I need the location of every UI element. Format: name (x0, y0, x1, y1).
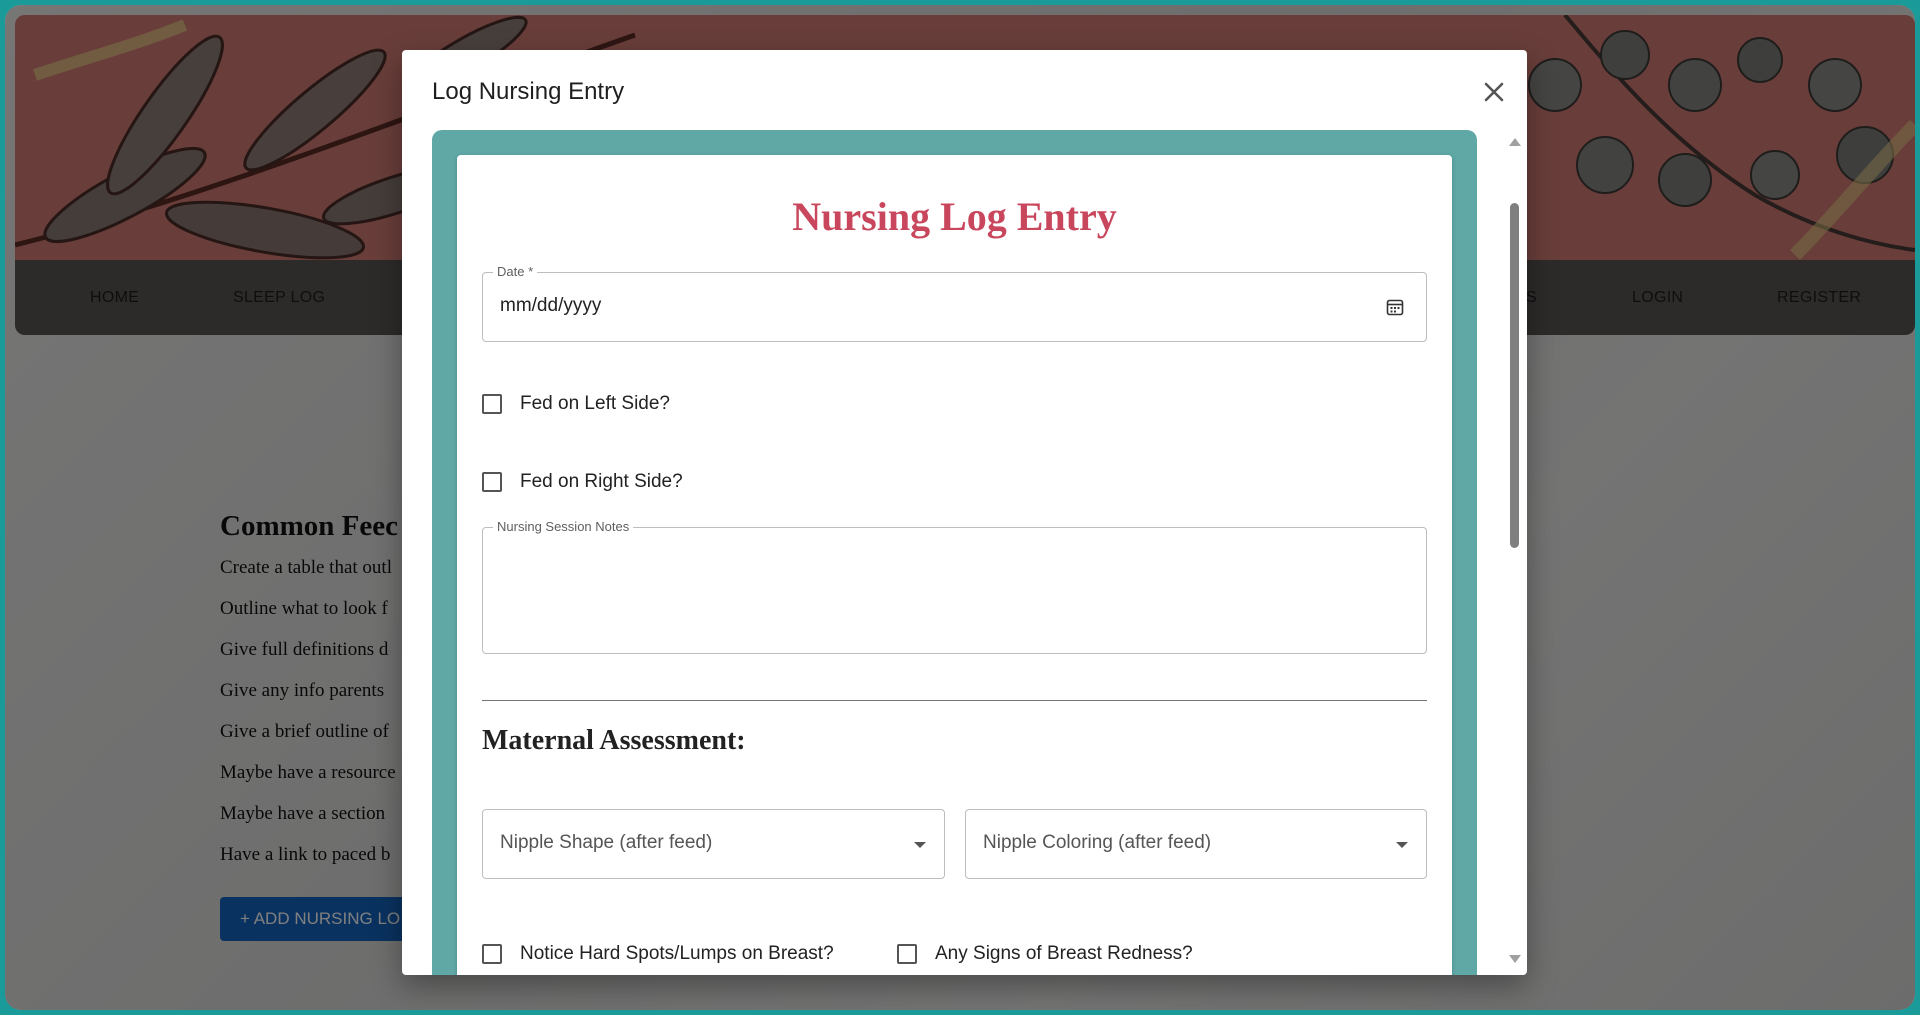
dialog-title: Log Nursing Entry (432, 78, 625, 105)
notes-label: Nursing Session Notes (493, 519, 634, 535)
redness-checkbox[interactable] (897, 944, 917, 964)
date-input[interactable]: mm/dd/yyyy (500, 295, 601, 317)
scroll-thumb[interactable] (1510, 203, 1519, 548)
maternal-assessment-heading: Maternal Assessment: (482, 725, 746, 756)
nursing-notes-field[interactable]: Nursing Session Notes (482, 519, 1427, 654)
log-nursing-entry-dialog: Log Nursing Entry Nursing Log Entry Date… (402, 50, 1527, 975)
nipple-coloring-select[interactable]: Nipple Coloring (after feed) (965, 809, 1427, 879)
redness-label: Any Signs of Breast Redness? (935, 943, 1193, 964)
close-icon[interactable] (1477, 75, 1511, 109)
nipple-shape-select[interactable]: Nipple Shape (after feed) (482, 809, 945, 879)
fed-right-row: Fed on Right Side? (482, 468, 683, 496)
hard-spots-checkbox[interactable] (482, 944, 502, 964)
chevron-down-icon[interactable] (1396, 842, 1408, 848)
date-label: Date * (493, 264, 538, 280)
nipple-shape-placeholder: Nipple Shape (after feed) (500, 832, 713, 853)
app-background: HOME SLEEP LOG ES LOGIN REGISTER Common … (5, 5, 1915, 1010)
chevron-down-icon[interactable] (914, 842, 926, 848)
scroll-up-arrow-icon[interactable] (1509, 138, 1521, 146)
hard-spots-row: Notice Hard Spots/Lumps on Breast? (482, 940, 834, 968)
redness-row: Any Signs of Breast Redness? (897, 940, 1193, 968)
hard-spots-label: Notice Hard Spots/Lumps on Breast? (520, 943, 834, 964)
scroll-down-arrow-icon[interactable] (1509, 955, 1521, 963)
fed-right-label: Fed on Right Side? (520, 471, 683, 492)
section-divider (482, 700, 1427, 701)
calendar-icon[interactable] (1386, 298, 1404, 316)
fed-left-label: Fed on Left Side? (520, 393, 670, 414)
fed-left-checkbox[interactable] (482, 394, 502, 414)
nipple-coloring-placeholder: Nipple Coloring (after feed) (983, 832, 1212, 853)
date-field[interactable]: Date * mm/dd/yyyy (482, 264, 1427, 342)
fed-left-row: Fed on Left Side? (482, 390, 670, 418)
fed-right-checkbox[interactable] (482, 472, 502, 492)
dialog-scrollbar[interactable] (1507, 138, 1521, 963)
form-title: Nursing Log Entry (792, 194, 1117, 239)
form-card: Nursing Log Entry Date * mm/dd/yyyy Fed … (457, 155, 1452, 975)
form-frame: Nursing Log Entry Date * mm/dd/yyyy Fed … (432, 130, 1477, 975)
